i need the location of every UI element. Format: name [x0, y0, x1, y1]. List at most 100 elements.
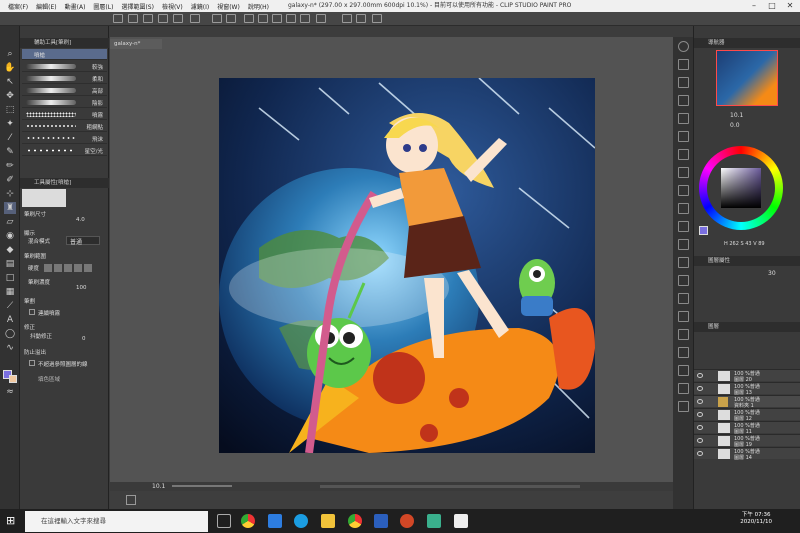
material-icon[interactable] [678, 275, 689, 286]
grid-snap-icon[interactable] [372, 14, 382, 23]
eye-icon[interactable] [697, 425, 703, 430]
select-all-icon[interactable] [300, 14, 310, 23]
document-tab[interactable]: galaxy-n* [110, 39, 162, 49]
material-icon[interactable] [678, 239, 689, 250]
correct-line-icon[interactable]: ∿ [4, 342, 16, 354]
timeline-icon[interactable] [126, 495, 136, 505]
chrome-icon[interactable] [241, 514, 255, 528]
figure-icon[interactable]: □ [4, 272, 16, 284]
material-icon[interactable] [678, 113, 689, 124]
material-icon[interactable] [678, 329, 689, 340]
material-icon[interactable] [678, 149, 689, 160]
airbrush-active-icon[interactable]: ♜ [4, 202, 16, 214]
navigator-zoom[interactable]: 10.1 [730, 112, 743, 119]
material-icon[interactable] [678, 311, 689, 322]
selection-icon[interactable]: ⬚ [4, 104, 16, 116]
sub-view-icon[interactable] [678, 59, 689, 70]
clip-studio-icon[interactable] [454, 514, 468, 528]
brush-size-value[interactable]: 4.0 [76, 217, 85, 223]
menu-help[interactable]: 說明(H) [248, 2, 269, 11]
pen-icon[interactable]: ✎ [4, 146, 16, 158]
fill-icon[interactable]: ◆ [4, 244, 16, 256]
sub-color-swatch[interactable] [9, 375, 17, 383]
layer-row[interactable]: 100 %普通 圖層 12 [694, 408, 800, 422]
menu-selection[interactable]: 選擇範圍(S) [121, 2, 154, 11]
layer-opacity-value[interactable]: 30 [768, 270, 776, 277]
app-icon[interactable] [427, 514, 441, 528]
brush-item[interactable]: 陰影 [22, 97, 107, 108]
print-icon[interactable] [173, 14, 183, 23]
eraser-icon[interactable]: ▱ [4, 216, 16, 228]
ruler-snap-icon[interactable] [342, 14, 352, 23]
save-icon[interactable] [143, 14, 153, 23]
brush-item[interactable]: 噴霧 [22, 109, 107, 120]
stabilization-value[interactable]: 0 [82, 336, 86, 342]
layer-row[interactable]: 100 %普通 圖層 11 [694, 421, 800, 435]
zoom-value[interactable]: 10.1 [152, 483, 165, 490]
special-ruler-icon[interactable] [356, 14, 366, 23]
material-icon[interactable] [678, 203, 689, 214]
brush-item[interactable]: 較強 [22, 61, 107, 72]
file-explorer-icon[interactable] [321, 514, 335, 528]
gradient-icon[interactable]: ▤ [4, 258, 16, 270]
mail-icon[interactable] [268, 514, 282, 528]
eye-icon[interactable] [697, 412, 703, 417]
material-icon[interactable] [678, 167, 689, 178]
clear-icon[interactable] [244, 14, 254, 23]
material-icon[interactable] [678, 401, 689, 412]
menu-edit[interactable]: 編輯(E) [36, 2, 56, 11]
material-icon[interactable] [678, 347, 689, 358]
chrome-icon[interactable] [348, 514, 362, 528]
material-icon[interactable] [678, 221, 689, 232]
menu-window[interactable]: 視窗(W) [217, 2, 240, 11]
crop-icon[interactable] [272, 14, 282, 23]
airbrush-icon[interactable]: ⊹ [4, 188, 16, 200]
layer-row[interactable]: 100 %普通 圖層 13 [694, 382, 800, 396]
material-icon[interactable] [678, 185, 689, 196]
balloon-icon[interactable]: ◯ [4, 328, 16, 340]
brush-item[interactable]: 柔和 [22, 73, 107, 84]
brush-icon[interactable]: ✐ [4, 174, 16, 186]
material-icon[interactable] [678, 383, 689, 394]
taskbar-search-input[interactable]: 在這裡輸入文字來搜尋 [25, 511, 208, 532]
brush-item[interactable]: 噴槍 [22, 49, 107, 60]
system-clock[interactable]: 下午 07:36 2020/11/10 [740, 512, 772, 526]
material-icon[interactable] [678, 365, 689, 376]
material-icon[interactable] [678, 293, 689, 304]
word-icon[interactable] [374, 514, 388, 528]
overflow-checkbox[interactable] [29, 360, 35, 366]
material-icon[interactable] [678, 257, 689, 268]
main-color-swatch[interactable] [699, 226, 708, 235]
undo-icon[interactable] [212, 14, 222, 23]
text-icon[interactable]: A [4, 314, 16, 326]
windows-start-icon[interactable]: ⊞ [6, 515, 18, 527]
cloud-icon[interactable] [190, 14, 200, 23]
brush-density-value[interactable]: 100 [76, 285, 87, 291]
menu-filter[interactable]: 濾鏡(I) [191, 2, 209, 11]
auto-select-icon[interactable]: ✦ [4, 118, 16, 130]
material-icon[interactable] [678, 95, 689, 106]
eye-icon[interactable] [697, 438, 703, 443]
layer-folder-row[interactable]: 100 %普通 資料夾 1 [694, 395, 800, 409]
wave-icon[interactable]: ≈ [4, 386, 16, 398]
navigator-icon[interactable] [678, 41, 689, 52]
zoom-slider[interactable] [172, 485, 232, 487]
minimize-button[interactable]: – [745, 0, 763, 12]
eye-icon[interactable] [697, 386, 703, 391]
redo-icon[interactable] [226, 14, 236, 23]
blend-icon[interactable]: ◉ [4, 230, 16, 242]
powerpoint-icon[interactable] [400, 514, 414, 528]
brush-item[interactable]: 飛沫 [22, 133, 107, 144]
brush-item[interactable]: 粗網點 [22, 121, 107, 132]
move-icon[interactable]: ✥ [4, 90, 16, 102]
open-icon[interactable] [128, 14, 138, 23]
deselect-icon[interactable] [286, 14, 296, 23]
pencil-icon[interactable]: ✏ [4, 160, 16, 172]
menu-layer[interactable]: 圖層(L) [93, 2, 113, 11]
hardness-slider[interactable] [44, 264, 92, 272]
layer-row[interactable]: 100 %普通 圖層 20 [694, 369, 800, 383]
material-icon[interactable] [678, 131, 689, 142]
brush-item[interactable]: 星空/光 [22, 145, 107, 156]
zoom-icon[interactable]: ⌕ [4, 48, 16, 60]
brush-item[interactable]: 高部 [22, 85, 107, 96]
